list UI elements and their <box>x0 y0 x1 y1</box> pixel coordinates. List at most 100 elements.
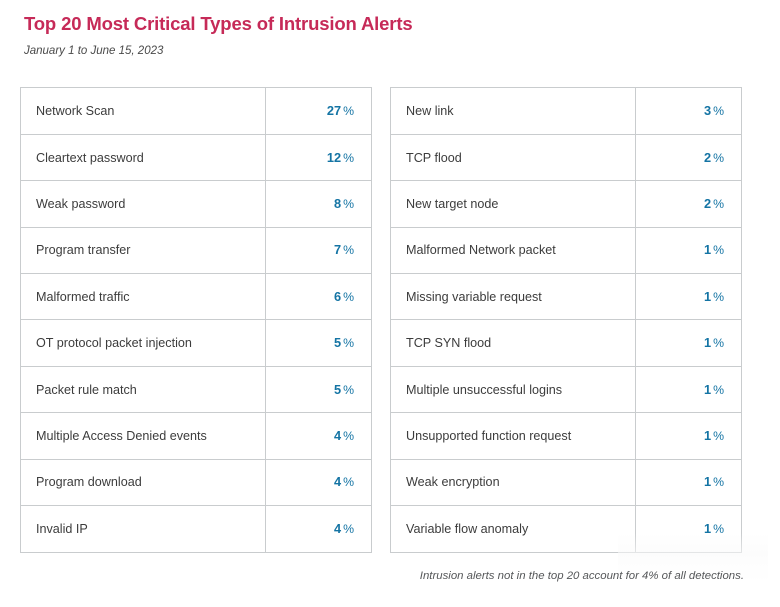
table-row: OT protocol packet injection 5% <box>21 319 371 367</box>
alert-type-label: TCP SYN flood <box>391 319 636 367</box>
alert-percentage-cell: 4% <box>265 412 371 460</box>
alert-type-label: Multiple unsuccessful logins <box>391 366 636 414</box>
table-row: Weak encryption 1% <box>391 459 741 507</box>
alert-percentage-cell: 5% <box>265 366 371 414</box>
table-row: Unsupported function request 1% <box>391 412 741 460</box>
alert-percentage-value: 1 <box>703 242 712 258</box>
alert-type-label: Program transfer <box>21 227 266 275</box>
table-row: Variable flow anomaly 1% <box>391 505 741 552</box>
alert-percentage-value: 12 <box>326 149 342 165</box>
table-row: Packet rule match 5% <box>21 366 371 414</box>
alert-percentage-value: 2 <box>703 195 712 211</box>
report-page: Top 20 Most Critical Types of Intrusion … <box>0 0 780 607</box>
percent-sign: % <box>713 150 724 165</box>
table-row: Weak password 8% <box>21 180 371 228</box>
alert-percentage-cell: 1% <box>635 412 741 460</box>
percent-sign: % <box>343 196 354 211</box>
percent-sign: % <box>343 243 354 258</box>
alert-percentage-value: 8 <box>333 195 342 211</box>
table-row: Multiple Access Denied events 4% <box>21 412 371 460</box>
alert-percentage-value: 1 <box>703 520 712 536</box>
percent-sign: % <box>713 428 724 443</box>
table-row: New target node 2% <box>391 180 741 228</box>
percent-sign: % <box>343 382 354 397</box>
alert-type-label: Network Scan <box>21 88 266 135</box>
alert-percentage-value: 1 <box>703 335 712 351</box>
table-row: Cleartext password 12% <box>21 134 371 182</box>
percent-sign: % <box>713 382 724 397</box>
alert-percentage-cell: 4% <box>265 459 371 507</box>
alert-percentage-cell: 8% <box>265 180 371 228</box>
alert-percentage-value: 1 <box>703 427 712 443</box>
alerts-table-right: New link 3% TCP flood 2% New target node 2% Ma… <box>390 87 742 553</box>
table-row: Network Scan 27% <box>21 88 371 135</box>
alert-type-label: Cleartext password <box>21 134 266 182</box>
table-row: Program transfer 7% <box>21 227 371 275</box>
alert-type-label: Malformed Network packet <box>391 227 636 275</box>
percent-sign: % <box>343 150 354 165</box>
table-row: Malformed traffic 6% <box>21 273 371 321</box>
alert-percentage-value: 4 <box>333 474 342 490</box>
percent-sign: % <box>713 103 724 118</box>
alert-percentage-cell: 1% <box>635 319 741 367</box>
percent-sign: % <box>713 521 724 536</box>
alert-percentage-cell: 12% <box>265 134 371 182</box>
alert-type-label: Missing variable request <box>391 273 636 321</box>
percent-sign: % <box>343 336 354 351</box>
alert-percentage-cell: 1% <box>635 506 741 552</box>
percent-sign: % <box>343 103 354 118</box>
percent-sign: % <box>713 196 724 211</box>
table-row: TCP flood 2% <box>391 134 741 182</box>
alert-percentage-cell: 7% <box>265 227 371 275</box>
alert-percentage-cell: 1% <box>635 366 741 414</box>
alert-type-label: Variable flow anomaly <box>391 505 636 552</box>
alert-percentage-cell: 27% <box>265 88 371 135</box>
alert-type-label: Packet rule match <box>21 366 266 414</box>
percent-sign: % <box>343 428 354 443</box>
alert-tables-container: Network Scan 27% Cleartext password 12% Weak… <box>20 87 742 553</box>
alert-type-label: Malformed traffic <box>21 273 266 321</box>
alert-type-label: Invalid IP <box>21 505 266 552</box>
footnote: Intrusion alerts not in the top 20 accou… <box>419 570 744 582</box>
alert-percentage-cell: 1% <box>635 227 741 275</box>
alert-type-label: TCP flood <box>391 134 636 182</box>
alert-percentage-cell: 1% <box>635 459 741 507</box>
alert-percentage-value: 3 <box>703 102 712 118</box>
alert-type-label: New link <box>391 88 636 135</box>
table-row: Missing variable request 1% <box>391 273 741 321</box>
alert-percentage-value: 6 <box>333 288 342 304</box>
alert-percentage-value: 1 <box>703 288 712 304</box>
table-row: Program download 4% <box>21 459 371 507</box>
table-row: Multiple unsuccessful logins 1% <box>391 366 741 414</box>
alert-type-label: Unsupported function request <box>391 412 636 460</box>
alert-percentage-cell: 2% <box>635 180 741 228</box>
date-range-subtitle: January 1 to June 15, 2023 <box>24 45 164 58</box>
percent-sign: % <box>713 289 724 304</box>
alert-percentage-value: 4 <box>333 427 342 443</box>
page-title: Top 20 Most Critical Types of Intrusion … <box>24 13 413 34</box>
alert-type-label: Weak password <box>21 180 266 228</box>
alert-percentage-value: 4 <box>333 520 342 536</box>
alert-percentage-value: 1 <box>703 474 712 490</box>
table-row: New link 3% <box>391 88 741 135</box>
alert-percentage-value: 1 <box>703 381 712 397</box>
alert-percentage-cell: 6% <box>265 273 371 321</box>
alerts-table-left: Network Scan 27% Cleartext password 12% Weak… <box>20 87 372 553</box>
percent-sign: % <box>343 289 354 304</box>
alert-percentage-value: 5 <box>333 335 342 351</box>
alert-percentage-cell: 3% <box>635 88 741 135</box>
alert-percentage-value: 2 <box>703 149 712 165</box>
percent-sign: % <box>713 475 724 490</box>
percent-sign: % <box>343 521 354 536</box>
alert-type-label: OT protocol packet injection <box>21 319 266 367</box>
alert-percentage-cell: 1% <box>635 273 741 321</box>
alert-percentage-cell: 5% <box>265 319 371 367</box>
report-header: Top 20 Most Critical Types of Intrusion … <box>24 12 744 59</box>
alert-type-label: Program download <box>21 459 266 507</box>
alert-type-label: Weak encryption <box>391 459 636 507</box>
table-row: TCP SYN flood 1% <box>391 319 741 367</box>
table-row: Invalid IP 4% <box>21 505 371 552</box>
alert-type-label: Multiple Access Denied events <box>21 412 266 460</box>
alert-percentage-value: 27 <box>326 102 342 118</box>
percent-sign: % <box>343 475 354 490</box>
